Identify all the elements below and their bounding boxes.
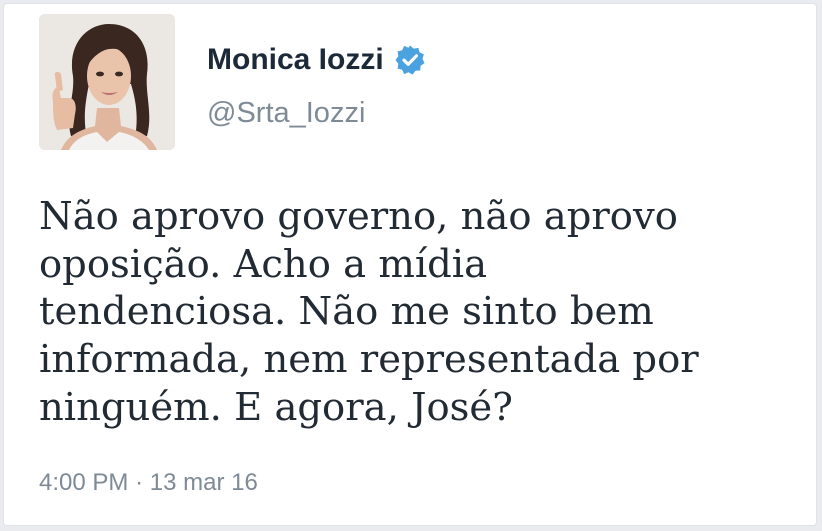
- user-handle[interactable]: @Srta_Iozzi: [207, 96, 365, 130]
- display-name-row[interactable]: Monica Iozzi: [207, 42, 426, 78]
- tweet-timestamp[interactable]: 4:00 PM · 13 mar 16: [39, 468, 258, 498]
- display-name[interactable]: Monica Iozzi: [207, 42, 384, 78]
- tweet-text-line: oposição. Acho a mídia: [39, 241, 488, 287]
- timestamp-separator: ·: [135, 469, 144, 496]
- tweet-time[interactable]: 4:00 PM: [39, 469, 128, 496]
- avatar[interactable]: [39, 14, 175, 150]
- avatar-photo: [39, 14, 175, 150]
- tweet-text-line: ninguém. E agora, José?: [39, 384, 513, 430]
- tweet-text-line: tendenciosa. Não me sinto bem: [39, 289, 654, 335]
- tweet-text-line: Não aprovo governo, não aprovo: [39, 194, 678, 239]
- tweet-date[interactable]: 13 mar 16: [150, 469, 258, 496]
- tweet-text-line: informada, nem representada por: [39, 337, 699, 383]
- verified-badge-icon: [394, 44, 426, 76]
- tweet-text: Não aprovo governo, não aprovo oposição.…: [39, 193, 799, 432]
- tweet-card: Monica Iozzi @Srta_Iozzi Não aprovo gove…: [4, 4, 816, 525]
